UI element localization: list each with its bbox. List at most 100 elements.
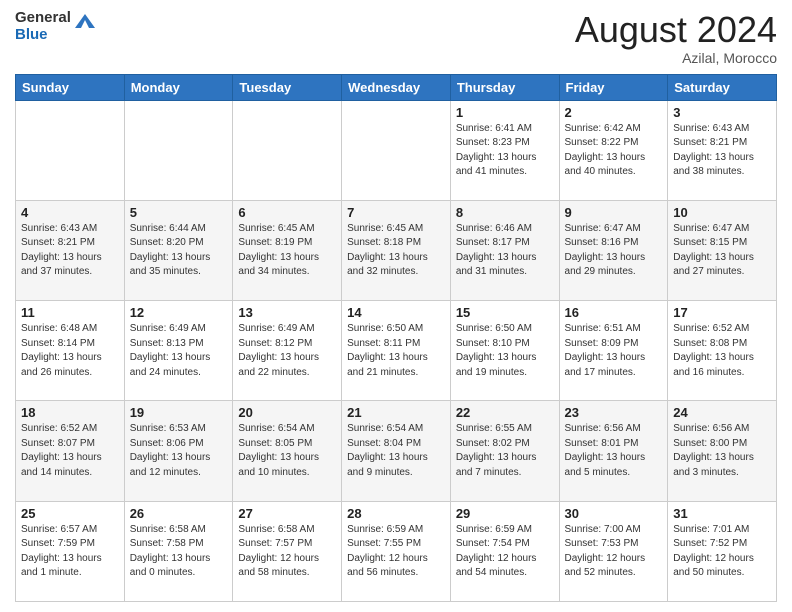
cell-info: Sunrise: 6:52 AM Sunset: 8:07 PM Dayligh… bbox=[21, 422, 119, 480]
weekday-header-friday: Friday bbox=[559, 74, 668, 100]
cell-day-number: 12 bbox=[130, 305, 228, 320]
calendar-cell: 15Sunrise: 6:50 AM Sunset: 8:10 PM Dayli… bbox=[450, 301, 559, 401]
cell-info: Sunrise: 6:43 AM Sunset: 8:21 PM Dayligh… bbox=[21, 222, 119, 280]
cell-day-number: 7 bbox=[347, 205, 445, 220]
logo-line2: Blue bbox=[15, 27, 71, 44]
calendar-cell bbox=[342, 100, 451, 200]
cell-day-number: 2 bbox=[565, 105, 663, 120]
cell-day-number: 19 bbox=[130, 405, 228, 420]
cell-info: Sunrise: 6:54 AM Sunset: 8:04 PM Dayligh… bbox=[347, 422, 445, 480]
calendar-cell: 13 Sunrise: 6:49 AM Sunset: 8:12 PM Dayli… bbox=[233, 301, 342, 401]
cell-info: Sunrise: 7:01 AM Sunset: 7:52 PM Dayligh… bbox=[673, 523, 771, 581]
cell-info: Sunrise: 6:46 AM Sunset: 8:17 PM Dayligh… bbox=[456, 222, 554, 280]
cell-day-number: 27 bbox=[238, 506, 336, 521]
cell-info: Sunrise: 6:59 AM Sunset: 7:54 PM Dayligh… bbox=[456, 523, 554, 581]
calendar-cell bbox=[233, 100, 342, 200]
cell-info: Sunrise: 6:49 AM Sunset: 8:12 PM Dayligh… bbox=[238, 322, 336, 380]
cell-info: Sunrise: 6:45 AM Sunset: 8:19 PM Dayligh… bbox=[238, 222, 336, 280]
calendar-cell: 1Sunrise: 6:41 AM Sunset: 8:23 PM Daylig… bbox=[450, 100, 559, 200]
cell-info: Sunrise: 6:52 AM Sunset: 8:08 PM Dayligh… bbox=[673, 322, 771, 380]
week-row-1: 4 Sunrise: 6:43 AM Sunset: 8:21 PM Daylig… bbox=[16, 200, 777, 300]
cell-info: Sunrise: 6:51 AM Sunset: 8:09 PM Dayligh… bbox=[565, 322, 663, 380]
calendar-cell: 24Sunrise: 6:56 AM Sunset: 8:00 PM Dayli… bbox=[668, 401, 777, 501]
cell-info: Sunrise: 6:54 AM Sunset: 8:05 PM Dayligh… bbox=[238, 422, 336, 480]
calendar-cell bbox=[124, 100, 233, 200]
calendar-cell: 4 Sunrise: 6:43 AM Sunset: 8:21 PM Daylig… bbox=[16, 200, 125, 300]
cell-day-number: 30 bbox=[565, 506, 663, 521]
cell-day-number: 28 bbox=[347, 506, 445, 521]
cell-info: Sunrise: 6:50 AM Sunset: 8:11 PM Dayligh… bbox=[347, 322, 445, 380]
week-row-2: 11Sunrise: 6:48 AM Sunset: 8:14 PM Dayli… bbox=[16, 301, 777, 401]
cell-info: Sunrise: 6:55 AM Sunset: 8:02 PM Dayligh… bbox=[456, 422, 554, 480]
calendar-cell: 27 Sunrise: 6:58 AM Sunset: 7:57 PM Dayli… bbox=[233, 501, 342, 601]
cell-info: Sunrise: 6:44 AM Sunset: 8:20 PM Dayligh… bbox=[130, 222, 228, 280]
logo-text: General Blue bbox=[15, 10, 71, 43]
cell-day-number: 18 bbox=[21, 405, 119, 420]
calendar-cell: 11Sunrise: 6:48 AM Sunset: 8:14 PM Dayli… bbox=[16, 301, 125, 401]
calendar-cell: 6 Sunrise: 6:45 AM Sunset: 8:19 PM Daylig… bbox=[233, 200, 342, 300]
cell-info: Sunrise: 6:42 AM Sunset: 8:22 PM Dayligh… bbox=[565, 122, 663, 180]
location: Azilal, Morocco bbox=[575, 50, 777, 66]
week-row-3: 18 Sunrise: 6:52 AM Sunset: 8:07 PM Dayli… bbox=[16, 401, 777, 501]
cell-info: Sunrise: 6:59 AM Sunset: 7:55 PM Dayligh… bbox=[347, 523, 445, 581]
logo-icon bbox=[73, 10, 97, 34]
weekday-header-row: SundayMondayTuesdayWednesdayThursdayFrid… bbox=[16, 74, 777, 100]
calendar-cell: 7 Sunrise: 6:45 AM Sunset: 8:18 PM Daylig… bbox=[342, 200, 451, 300]
cell-info: Sunrise: 6:53 AM Sunset: 8:06 PM Dayligh… bbox=[130, 422, 228, 480]
cell-info: Sunrise: 6:50 AM Sunset: 8:10 PM Dayligh… bbox=[456, 322, 554, 380]
cell-day-number: 8 bbox=[456, 205, 554, 220]
calendar-cell: 26Sunrise: 6:58 AM Sunset: 7:58 PM Dayli… bbox=[124, 501, 233, 601]
week-row-4: 25Sunrise: 6:57 AM Sunset: 7:59 PM Dayli… bbox=[16, 501, 777, 601]
weekday-header-monday: Monday bbox=[124, 74, 233, 100]
calendar-cell: 29Sunrise: 6:59 AM Sunset: 7:54 PM Dayli… bbox=[450, 501, 559, 601]
cell-day-number: 16 bbox=[565, 305, 663, 320]
title-block: August 2024 Azilal, Morocco bbox=[575, 10, 777, 66]
cell-day-number: 4 bbox=[21, 205, 119, 220]
cell-day-number: 3 bbox=[673, 105, 771, 120]
month-year: August 2024 bbox=[575, 10, 777, 50]
calendar-cell: 31Sunrise: 7:01 AM Sunset: 7:52 PM Dayli… bbox=[668, 501, 777, 601]
cell-info: Sunrise: 6:43 AM Sunset: 8:21 PM Dayligh… bbox=[673, 122, 771, 180]
logo-line1: General bbox=[15, 10, 71, 27]
cell-day-number: 17 bbox=[673, 305, 771, 320]
calendar-cell: 12 Sunrise: 6:49 AM Sunset: 8:13 PM Dayli… bbox=[124, 301, 233, 401]
calendar-cell: 8 Sunrise: 6:46 AM Sunset: 8:17 PM Daylig… bbox=[450, 200, 559, 300]
calendar-cell: 18 Sunrise: 6:52 AM Sunset: 8:07 PM Dayli… bbox=[16, 401, 125, 501]
calendar-cell: 2 Sunrise: 6:42 AM Sunset: 8:22 PM Daylig… bbox=[559, 100, 668, 200]
weekday-header-saturday: Saturday bbox=[668, 74, 777, 100]
calendar-table: SundayMondayTuesdayWednesdayThursdayFrid… bbox=[15, 74, 777, 602]
calendar-cell: 21Sunrise: 6:54 AM Sunset: 8:04 PM Dayli… bbox=[342, 401, 451, 501]
cell-info: Sunrise: 6:56 AM Sunset: 8:00 PM Dayligh… bbox=[673, 422, 771, 480]
calendar-cell: 30 Sunrise: 7:00 AM Sunset: 7:53 PM Dayli… bbox=[559, 501, 668, 601]
calendar-cell: 14 Sunrise: 6:50 AM Sunset: 8:11 PM Dayli… bbox=[342, 301, 451, 401]
cell-info: Sunrise: 7:00 AM Sunset: 7:53 PM Dayligh… bbox=[565, 523, 663, 581]
cell-day-number: 26 bbox=[130, 506, 228, 521]
calendar-cell: 19 Sunrise: 6:53 AM Sunset: 8:06 PM Dayli… bbox=[124, 401, 233, 501]
calendar-cell: 10Sunrise: 6:47 AM Sunset: 8:15 PM Dayli… bbox=[668, 200, 777, 300]
cell-info: Sunrise: 6:57 AM Sunset: 7:59 PM Dayligh… bbox=[21, 523, 119, 581]
cell-day-number: 13 bbox=[238, 305, 336, 320]
calendar-cell: 5 Sunrise: 6:44 AM Sunset: 8:20 PM Daylig… bbox=[124, 200, 233, 300]
calendar-cell: 28 Sunrise: 6:59 AM Sunset: 7:55 PM Dayli… bbox=[342, 501, 451, 601]
calendar-cell: 9 Sunrise: 6:47 AM Sunset: 8:16 PM Daylig… bbox=[559, 200, 668, 300]
week-row-0: 1Sunrise: 6:41 AM Sunset: 8:23 PM Daylig… bbox=[16, 100, 777, 200]
calendar-cell bbox=[16, 100, 125, 200]
cell-day-number: 5 bbox=[130, 205, 228, 220]
cell-info: Sunrise: 6:45 AM Sunset: 8:18 PM Dayligh… bbox=[347, 222, 445, 280]
calendar-cell: 22 Sunrise: 6:55 AM Sunset: 8:02 PM Dayli… bbox=[450, 401, 559, 501]
cell-day-number: 14 bbox=[347, 305, 445, 320]
weekday-header-thursday: Thursday bbox=[450, 74, 559, 100]
weekday-header-wednesday: Wednesday bbox=[342, 74, 451, 100]
cell-day-number: 9 bbox=[565, 205, 663, 220]
cell-day-number: 1 bbox=[456, 105, 554, 120]
calendar-cell: 17 Sunrise: 6:52 AM Sunset: 8:08 PM Dayli… bbox=[668, 301, 777, 401]
page: General Blue August 2024 Azilal, Morocco… bbox=[0, 0, 792, 612]
cell-day-number: 6 bbox=[238, 205, 336, 220]
header: General Blue August 2024 Azilal, Morocco bbox=[15, 10, 777, 66]
cell-info: Sunrise: 6:47 AM Sunset: 8:16 PM Dayligh… bbox=[565, 222, 663, 280]
weekday-header-tuesday: Tuesday bbox=[233, 74, 342, 100]
cell-day-number: 23 bbox=[565, 405, 663, 420]
cell-info: Sunrise: 6:58 AM Sunset: 7:57 PM Dayligh… bbox=[238, 523, 336, 581]
cell-info: Sunrise: 6:49 AM Sunset: 8:13 PM Dayligh… bbox=[130, 322, 228, 380]
cell-day-number: 22 bbox=[456, 405, 554, 420]
